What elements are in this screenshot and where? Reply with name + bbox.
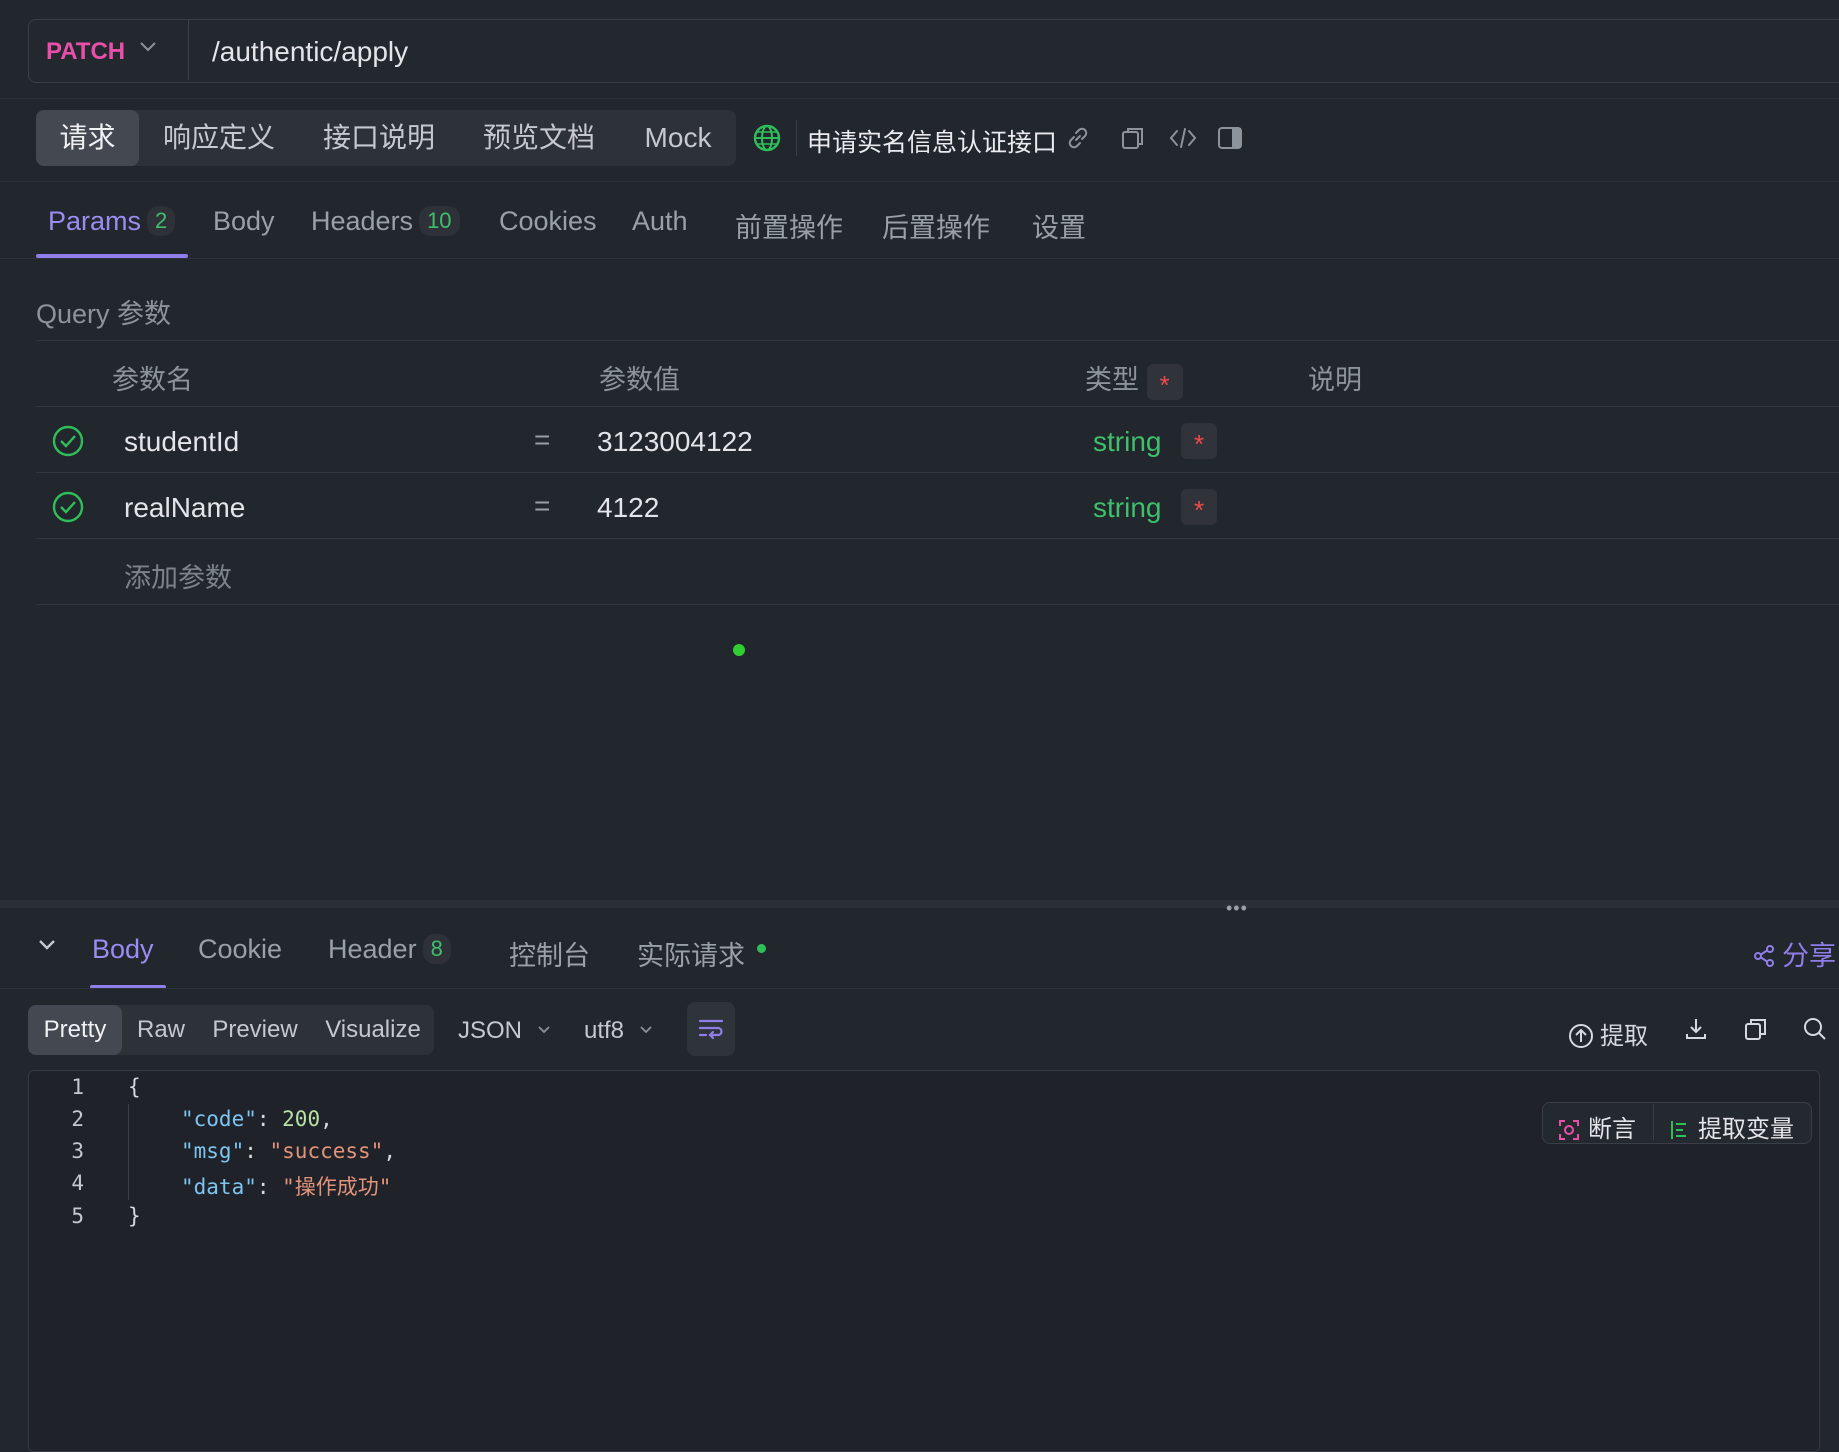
code-icon[interactable]	[1168, 124, 1198, 152]
link-icon[interactable]	[1064, 124, 1092, 152]
tab-request[interactable]: 请求	[36, 110, 139, 166]
upload-circle-icon	[1569, 1024, 1593, 1048]
tab-cookies[interactable]: Cookies	[499, 206, 597, 237]
drag-handle-icon[interactable]: •••	[1226, 898, 1248, 919]
chevron-down-icon[interactable]	[138, 40, 158, 54]
param-type-select[interactable]: string	[1093, 492, 1161, 524]
share-icon	[1754, 945, 1774, 967]
status-dot	[733, 644, 745, 656]
tab-params[interactable]: Params 2	[48, 206, 176, 237]
divider	[0, 988, 1839, 989]
divider	[796, 120, 797, 156]
param-type-select[interactable]: string	[1093, 426, 1161, 458]
tab-body[interactable]: Body	[213, 206, 275, 237]
tab-response-body[interactable]: Body	[92, 934, 154, 965]
collapse-chevron-icon[interactable]	[36, 937, 58, 953]
live-indicator-dot	[757, 944, 766, 953]
api-name-field[interactable]: 申请实名信息认证接口	[807, 123, 1057, 159]
tab-raw[interactable]: Raw	[128, 1005, 194, 1055]
line-number: 5	[71, 1204, 84, 1228]
encoding-dropdown[interactable]: utf8	[584, 1017, 653, 1045]
globe-icon[interactable]	[752, 123, 782, 153]
tab-api-description[interactable]: 接口说明	[310, 110, 448, 166]
line-number: 2	[71, 1107, 84, 1131]
tab-console[interactable]: 控制台	[509, 934, 590, 973]
params-count-badge: 2	[147, 206, 176, 236]
tab-pre-script[interactable]: 前置操作	[735, 206, 843, 245]
code-line: "data": "操作成功"	[181, 1175, 392, 1199]
param-name-input[interactable]: studentId	[124, 426, 239, 458]
copy-icon[interactable]	[1743, 1016, 1769, 1042]
equals-sign: =	[534, 424, 551, 455]
line-number: 4	[71, 1171, 84, 1195]
required-toggle[interactable]: *	[1181, 489, 1217, 525]
section-title: Query 参数	[36, 299, 172, 329]
tab-pretty[interactable]: Pretty	[28, 1005, 122, 1055]
word-wrap-button[interactable]	[687, 1002, 735, 1056]
tab-preview-doc[interactable]: 预览文档	[470, 110, 608, 166]
param-name-input[interactable]: realName	[124, 492, 245, 524]
format-dropdown[interactable]: JSON	[458, 1017, 551, 1045]
divider	[0, 258, 1839, 259]
search-icon[interactable]	[1802, 1016, 1828, 1042]
tab-visualize[interactable]: Visualize	[316, 1005, 430, 1055]
code-line: }	[128, 1204, 141, 1228]
headers-count-badge: 10	[419, 206, 460, 236]
line-number: 1	[71, 1075, 84, 1099]
tab-response-header[interactable]: Header 8	[328, 934, 451, 965]
tab-headers[interactable]: Headers 10	[311, 206, 460, 237]
code-line: "msg": "success",	[181, 1139, 396, 1163]
tab-mock[interactable]: Mock	[630, 110, 726, 166]
column-header-description: 说明	[1308, 365, 1362, 395]
tab-auth[interactable]: Auth	[632, 206, 688, 237]
extract-variable-button[interactable]: 提取变量	[1668, 1109, 1794, 1144]
extract-variable-icon	[1671, 1121, 1686, 1139]
column-header-value: 参数值	[599, 365, 680, 395]
chevron-down-icon	[538, 1026, 550, 1034]
divider	[36, 340, 1839, 341]
required-marker[interactable]: *	[1146, 363, 1183, 400]
share-button[interactable]: 分享	[1752, 934, 1836, 973]
tab-preview[interactable]: Preview	[204, 1005, 306, 1055]
url-input[interactable]: /authentic/apply	[212, 36, 408, 68]
panel-toggle-icon[interactable]	[1216, 124, 1244, 152]
tab-post-script[interactable]: 后置操作	[882, 206, 990, 245]
tab-response-cookie[interactable]: Cookie	[198, 934, 282, 965]
download-icon[interactable]	[1683, 1016, 1709, 1042]
param-value-input[interactable]: 4122	[597, 492, 659, 524]
indent-guide	[128, 1104, 129, 1200]
check-circle-icon[interactable]	[52, 425, 84, 457]
divider	[188, 20, 189, 80]
required-toggle[interactable]: *	[1181, 423, 1217, 459]
header-count-badge: 8	[422, 934, 451, 964]
panel-resize-handle[interactable]	[0, 900, 1839, 908]
line-number: 3	[71, 1139, 84, 1163]
tab-response-definition[interactable]: 响应定义	[150, 110, 288, 166]
divider	[36, 406, 1839, 407]
code-line: "code": 200,	[181, 1107, 333, 1131]
assert-icon	[1559, 1120, 1579, 1140]
assert-button[interactable]: 断言	[1558, 1109, 1636, 1144]
extract-button[interactable]: 提取	[1568, 1016, 1648, 1051]
method-select[interactable]: PATCH	[46, 38, 125, 66]
equals-sign: =	[534, 490, 551, 521]
tab-actual-request[interactable]: 实际请求	[637, 934, 766, 973]
chevron-down-icon	[640, 1026, 652, 1034]
copy-icon[interactable]	[1119, 124, 1147, 152]
add-param-input[interactable]: 添加参数	[124, 556, 232, 595]
tab-settings[interactable]: 设置	[1032, 206, 1086, 245]
check-circle-icon[interactable]	[52, 491, 84, 523]
column-header-type: 类型 *	[1085, 358, 1183, 400]
param-value-input[interactable]: 3123004122	[597, 426, 753, 458]
wrap-icon	[698, 1019, 724, 1040]
code-line: {	[128, 1075, 141, 1099]
divider	[1653, 1104, 1654, 1140]
divider	[36, 538, 1839, 539]
divider	[36, 604, 1839, 605]
divider	[36, 472, 1839, 473]
column-header-name: 参数名	[112, 365, 193, 395]
